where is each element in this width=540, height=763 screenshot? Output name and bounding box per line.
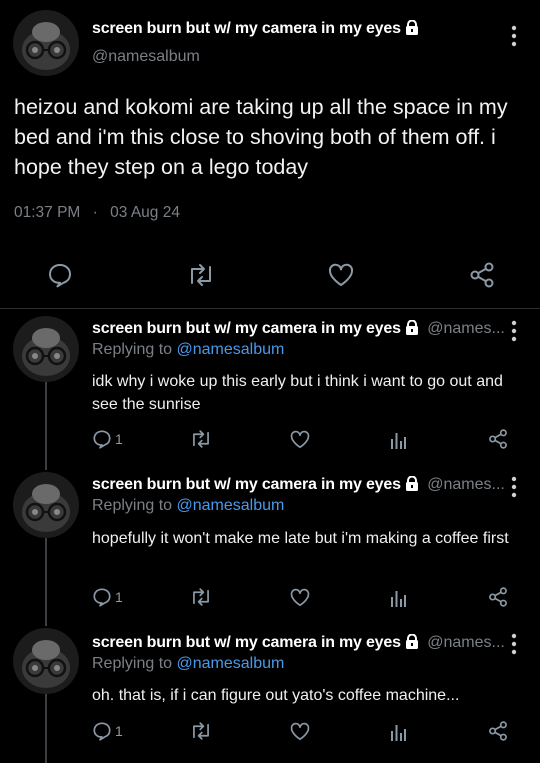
tweet-date: 03 Aug 24 bbox=[110, 204, 180, 221]
display-name[interactable]: screen burn but w/ my camera in my eyes bbox=[92, 476, 401, 493]
avatar[interactable] bbox=[13, 10, 79, 76]
handle[interactable]: @namesalbum bbox=[92, 48, 200, 66]
replying-to: Replying to @namesalbum bbox=[92, 497, 285, 514]
reply-icon[interactable] bbox=[92, 587, 112, 607]
views-icon[interactable] bbox=[390, 588, 406, 608]
retweet-icon[interactable] bbox=[190, 721, 212, 741]
meta-separator: · bbox=[92, 204, 98, 221]
like-icon[interactable] bbox=[290, 588, 310, 607]
mention-link[interactable]: @namesalbum bbox=[177, 655, 285, 672]
like-icon[interactable] bbox=[290, 722, 310, 741]
display-name[interactable]: screen burn but w/ my camera in my eyes bbox=[92, 634, 401, 651]
more-icon[interactable] bbox=[508, 24, 520, 48]
reply-avatar[interactable] bbox=[13, 316, 79, 382]
replying-to: Replying to @namesalbum bbox=[92, 341, 285, 358]
reply-text: idk why i woke up this early but i think… bbox=[92, 373, 503, 413]
reply-count: 1 bbox=[115, 431, 123, 447]
lock-icon bbox=[405, 19, 419, 40]
reply-header: screen burn but w/ my camera in my eyes … bbox=[92, 634, 512, 654]
views-icon[interactable] bbox=[390, 722, 406, 742]
thread-line bbox=[45, 382, 47, 470]
retweet-icon[interactable] bbox=[190, 429, 212, 449]
reply-count: 1 bbox=[115, 723, 123, 739]
display-name[interactable]: screen burn but w/ my camera in my eyes bbox=[92, 19, 419, 40]
handle[interactable]: @names... bbox=[427, 320, 505, 337]
more-icon[interactable] bbox=[508, 319, 520, 343]
divider bbox=[0, 308, 540, 309]
retweet-icon[interactable] bbox=[190, 587, 212, 607]
tweet-time: 01:37 PM bbox=[14, 204, 81, 221]
reply-header: screen burn but w/ my camera in my eyes … bbox=[92, 320, 512, 340]
more-icon[interactable] bbox=[508, 475, 520, 499]
reply-header: screen burn but w/ my camera in my eyes … bbox=[92, 476, 512, 496]
thread-line bbox=[45, 694, 47, 763]
like-icon[interactable] bbox=[290, 430, 310, 449]
lock-icon bbox=[405, 634, 419, 654]
reply-text: hopefully it won't make me late but i'm … bbox=[92, 530, 509, 547]
views-icon[interactable] bbox=[390, 430, 406, 450]
retweet-icon[interactable] bbox=[187, 263, 215, 287]
handle[interactable]: @names... bbox=[427, 476, 505, 493]
reply-icon[interactable] bbox=[92, 721, 112, 741]
display-name[interactable]: screen burn but w/ my camera in my eyes bbox=[92, 320, 401, 337]
reply-count: 1 bbox=[115, 589, 123, 605]
like-icon[interactable] bbox=[328, 263, 354, 287]
handle[interactable]: @names... bbox=[427, 634, 505, 651]
lock-icon bbox=[405, 320, 419, 340]
reply-text: oh. that is, if i can figure out yato's … bbox=[92, 687, 460, 704]
tweet-timestamp: 01:37 PM · 03 Aug 24 bbox=[14, 204, 180, 222]
tweet-text: heizou and kokomi are taking up all the … bbox=[14, 95, 508, 179]
lock-icon bbox=[405, 476, 419, 496]
share-icon[interactable] bbox=[488, 429, 508, 449]
thread-line bbox=[45, 538, 47, 626]
reply-icon[interactable] bbox=[92, 429, 112, 449]
mention-link[interactable]: @namesalbum bbox=[177, 341, 285, 358]
reply-avatar[interactable] bbox=[13, 628, 79, 694]
replying-to: Replying to @namesalbum bbox=[92, 655, 285, 672]
more-icon[interactable] bbox=[508, 632, 520, 656]
share-icon[interactable] bbox=[488, 587, 508, 607]
mention-link[interactable]: @namesalbum bbox=[177, 497, 285, 514]
reply-avatar[interactable] bbox=[13, 472, 79, 538]
share-icon[interactable] bbox=[488, 721, 508, 741]
share-icon[interactable] bbox=[469, 262, 495, 288]
reply-icon[interactable] bbox=[47, 262, 73, 288]
